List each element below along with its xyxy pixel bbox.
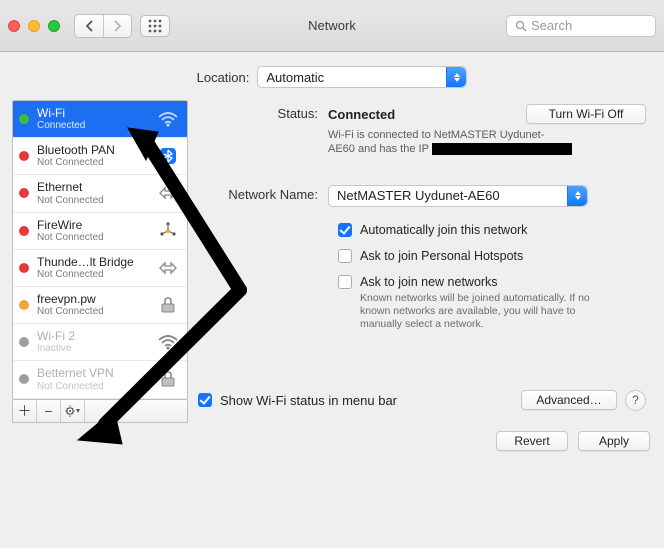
auto-join-row: Automatically join this network <box>338 223 646 237</box>
status-row: Status: Connected Turn Wi-Fi Off Wi-Fi i… <box>198 104 646 157</box>
service-status: Not Connected <box>37 157 147 168</box>
personal-hotspot-checkbox[interactable] <box>338 249 352 263</box>
service-status: Not Connected <box>37 306 147 317</box>
gear-icon <box>65 405 81 417</box>
advanced-button[interactable]: Advanced… <box>521 390 617 410</box>
show-menubar-checkbox[interactable] <box>198 393 212 407</box>
detail-panel: Status: Connected Turn Wi-Fi Off Wi-Fi i… <box>198 100 652 423</box>
network-name-row: Network Name: NetMASTER Uydunet-AE60 <box>198 185 646 207</box>
service-name: Thunde…lt Bridge <box>37 256 147 269</box>
service-row[interactable]: freevpn.pwNot Connected <box>13 287 187 324</box>
chevron-updown-icon <box>446 67 466 87</box>
service-status: Not Connected <box>37 195 147 206</box>
status-dot <box>19 114 29 124</box>
window-controls <box>8 20 60 32</box>
add-service-button[interactable]: ＋ <box>13 400 37 422</box>
ask-join-row: Ask to join new networks Known networks … <box>338 275 646 331</box>
ethernet-icon <box>155 185 181 201</box>
chevron-updown-icon <box>567 186 587 206</box>
nav-buttons <box>74 14 132 38</box>
wifi-toggle-button[interactable]: Turn Wi-Fi Off <box>526 104 646 124</box>
search-field[interactable] <box>506 15 656 37</box>
network-name-select[interactable]: NetMASTER Uydunet-AE60 <box>328 185 588 207</box>
vpn-icon <box>155 369 181 389</box>
revert-button[interactable]: Revert <box>496 431 568 451</box>
sidebar: Wi-FiConnectedBluetooth PANNot Connected… <box>12 100 188 423</box>
service-name: Wi-Fi <box>37 107 147 120</box>
service-row[interactable]: Thunde…lt BridgeNot Connected <box>13 250 187 287</box>
service-status: Not Connected <box>37 232 147 243</box>
auto-join-checkbox[interactable] <box>338 223 352 237</box>
service-row[interactable]: Bluetooth PANNot Connected <box>13 138 187 175</box>
service-name: Ethernet <box>37 181 147 194</box>
show-all-button[interactable] <box>140 15 170 37</box>
service-name: Bluetooth PAN <box>37 144 147 157</box>
help-button[interactable]: ? <box>625 390 646 411</box>
service-name: Betternet VPN <box>37 367 147 380</box>
wifi-icon <box>155 111 181 127</box>
search-input[interactable] <box>531 18 647 33</box>
status-dot <box>19 188 29 198</box>
personal-hotspot-label: Ask to join Personal Hotspots <box>360 249 523 263</box>
location-value: Automatic <box>266 70 324 85</box>
network-name-value: NetMASTER Uydunet-AE60 <box>337 188 500 203</box>
status-dot <box>19 374 29 384</box>
footer: Revert Apply <box>0 423 664 463</box>
vpn-icon <box>155 295 181 315</box>
service-row[interactable]: Wi-Fi 2Inactive <box>13 324 187 361</box>
status-dot <box>19 226 29 236</box>
service-row[interactable]: Wi-FiConnected <box>13 101 187 138</box>
content: Wi-FiConnectedBluetooth PANNot Connected… <box>0 96 664 423</box>
location-label: Location: <box>197 70 250 85</box>
service-row[interactable]: Betternet VPNNot Connected <box>13 361 187 398</box>
service-status: Connected <box>37 120 147 131</box>
redacted-ip <box>432 143 572 155</box>
search-icon <box>515 20 527 32</box>
network-name-label: Network Name: <box>198 185 328 202</box>
titlebar: Network <box>0 0 664 52</box>
close-window[interactable] <box>8 20 20 32</box>
service-toolbar: ＋ − <box>12 400 188 423</box>
service-actions-button[interactable] <box>61 400 85 422</box>
service-name: FireWire <box>37 219 147 232</box>
zoom-window[interactable] <box>48 20 60 32</box>
status-value: Connected <box>328 107 395 122</box>
wifi-icon <box>155 334 181 350</box>
status-dot <box>19 300 29 310</box>
back-button[interactable] <box>75 15 103 37</box>
service-status: Not Connected <box>37 269 147 280</box>
thunderbolt-icon <box>155 260 181 276</box>
location-select[interactable]: Automatic <box>257 66 467 88</box>
personal-hotspot-row: Ask to join Personal Hotspots <box>338 249 646 263</box>
service-name: Wi-Fi 2 <box>37 330 147 343</box>
minimize-window[interactable] <box>28 20 40 32</box>
service-status: Not Connected <box>37 381 147 392</box>
ask-join-checkbox[interactable] <box>338 275 352 289</box>
service-status: Inactive <box>37 343 147 354</box>
status-dot <box>19 151 29 161</box>
status-description: Wi-Fi is connected to NetMASTER Uydunet-… <box>328 128 646 157</box>
service-name: freevpn.pw <box>37 293 147 306</box>
firewire-icon <box>155 221 181 241</box>
forward-button[interactable] <box>103 15 131 37</box>
status-dot <box>19 263 29 273</box>
status-label: Status: <box>198 104 328 121</box>
ask-join-description: Known networks will be joined automatica… <box>360 292 620 331</box>
service-row[interactable]: FireWireNot Connected <box>13 213 187 250</box>
show-menubar-label: Show Wi-Fi status in menu bar <box>220 393 397 408</box>
apply-button[interactable]: Apply <box>578 431 650 451</box>
location-row: Location: Automatic <box>0 52 664 96</box>
remove-service-button[interactable]: − <box>37 400 61 422</box>
service-list[interactable]: Wi-FiConnectedBluetooth PANNot Connected… <box>12 100 188 400</box>
service-row[interactable]: EthernetNot Connected <box>13 175 187 212</box>
ask-join-label: Ask to join new networks <box>360 275 620 289</box>
panel-bottom: Show Wi-Fi status in menu bar Advanced… … <box>198 382 646 423</box>
bluetooth-icon <box>155 146 181 166</box>
auto-join-label: Automatically join this network <box>360 223 527 237</box>
status-dot <box>19 337 29 347</box>
